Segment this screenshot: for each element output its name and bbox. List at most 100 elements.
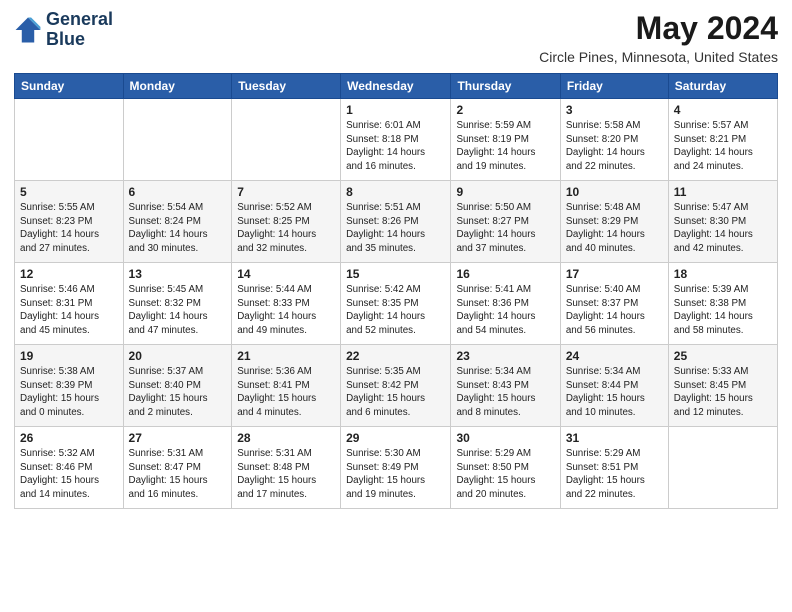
day-info: Sunrise: 5:55 AM Sunset: 8:23 PM Dayligh… bbox=[20, 201, 118, 256]
day-number: 31 bbox=[566, 431, 663, 445]
day-cell: 5Sunrise: 5:55 AM Sunset: 8:23 PM Daylig… bbox=[15, 181, 124, 263]
day-cell: 7 Sunrise: 5:52 AM Sunset: 8:25 PM Daylig… bbox=[232, 181, 341, 263]
week-row-1: 5Sunrise: 5:55 AM Sunset: 8:23 PM Daylig… bbox=[15, 181, 778, 263]
day-cell bbox=[668, 427, 777, 509]
day-info: Sunrise: 5:33 AM Sunset: 8:45 PM Dayligh… bbox=[674, 365, 772, 420]
day-number: 27 bbox=[129, 431, 227, 445]
month-title: May 2024 bbox=[539, 10, 778, 47]
day-cell: 9 Sunrise: 5:50 AM Sunset: 8:27 PM Daylig… bbox=[451, 181, 560, 263]
day-cell: 19 Sunrise: 5:38 AM Sunset: 8:39 PM Dayli… bbox=[15, 345, 124, 427]
day-number: 24 bbox=[566, 349, 663, 363]
day-cell: 17Sunrise: 5:40 AM Sunset: 8:37 PM Dayli… bbox=[560, 263, 668, 345]
page: General Blue May 2024 Circle Pines, Minn… bbox=[0, 0, 792, 612]
calendar-body: 1 Sunrise: 6:01 AM Sunset: 8:18 PM Daylig… bbox=[15, 99, 778, 509]
day-cell: 27 Sunrise: 5:31 AM Sunset: 8:47 PM Dayli… bbox=[123, 427, 232, 509]
day-number: 29 bbox=[346, 431, 445, 445]
header-cell-monday: Monday bbox=[123, 74, 232, 99]
day-number: 19 bbox=[20, 349, 118, 363]
day-cell: 20Sunrise: 5:37 AM Sunset: 8:40 PM Dayli… bbox=[123, 345, 232, 427]
week-row-3: 19 Sunrise: 5:38 AM Sunset: 8:39 PM Dayli… bbox=[15, 345, 778, 427]
day-number: 7 bbox=[237, 185, 335, 199]
day-info: Sunrise: 5:30 AM Sunset: 8:49 PM Dayligh… bbox=[346, 447, 445, 502]
day-cell: 26 Sunrise: 5:32 AM Sunset: 8:46 PM Dayli… bbox=[15, 427, 124, 509]
day-info: Sunrise: 5:58 AM Sunset: 8:20 PM Dayligh… bbox=[566, 119, 663, 174]
day-info: Sunrise: 5:41 AM Sunset: 8:36 PM Dayligh… bbox=[456, 283, 554, 338]
day-cell: 13Sunrise: 5:45 AM Sunset: 8:32 PM Dayli… bbox=[123, 263, 232, 345]
day-info: Sunrise: 5:44 AM Sunset: 8:33 PM Dayligh… bbox=[237, 283, 335, 338]
day-number: 14 bbox=[237, 267, 335, 281]
day-cell: 30 Sunrise: 5:29 AM Sunset: 8:50 PM Dayli… bbox=[451, 427, 560, 509]
day-cell: 8 Sunrise: 5:51 AM Sunset: 8:26 PM Daylig… bbox=[341, 181, 451, 263]
day-cell: 22Sunrise: 5:35 AM Sunset: 8:42 PM Dayli… bbox=[341, 345, 451, 427]
day-number: 4 bbox=[674, 103, 772, 117]
day-info: Sunrise: 5:38 AM Sunset: 8:39 PM Dayligh… bbox=[20, 365, 118, 420]
week-row-2: 12 Sunrise: 5:46 AM Sunset: 8:31 PM Dayli… bbox=[15, 263, 778, 345]
calendar-header: SundayMondayTuesdayWednesdayThursdayFrid… bbox=[15, 74, 778, 99]
day-info: Sunrise: 5:42 AM Sunset: 8:35 PM Dayligh… bbox=[346, 283, 445, 338]
day-info: Sunrise: 5:34 AM Sunset: 8:44 PM Dayligh… bbox=[566, 365, 663, 420]
day-number: 30 bbox=[456, 431, 554, 445]
day-cell: 1 Sunrise: 6:01 AM Sunset: 8:18 PM Daylig… bbox=[341, 99, 451, 181]
day-number: 11 bbox=[674, 185, 772, 199]
logo: General Blue bbox=[14, 10, 113, 50]
day-cell: 29 Sunrise: 5:30 AM Sunset: 8:49 PM Dayli… bbox=[341, 427, 451, 509]
day-number: 8 bbox=[346, 185, 445, 199]
header-cell-friday: Friday bbox=[560, 74, 668, 99]
day-cell bbox=[232, 99, 341, 181]
day-cell: 31 Sunrise: 5:29 AM Sunset: 8:51 PM Dayli… bbox=[560, 427, 668, 509]
day-cell: 10Sunrise: 5:48 AM Sunset: 8:29 PM Dayli… bbox=[560, 181, 668, 263]
day-number: 2 bbox=[456, 103, 554, 117]
logo-line2: Blue bbox=[46, 30, 113, 50]
day-info: Sunrise: 5:47 AM Sunset: 8:30 PM Dayligh… bbox=[674, 201, 772, 256]
day-number: 3 bbox=[566, 103, 663, 117]
day-info: Sunrise: 5:46 AM Sunset: 8:31 PM Dayligh… bbox=[20, 283, 118, 338]
day-number: 21 bbox=[237, 349, 335, 363]
header-cell-thursday: Thursday bbox=[451, 74, 560, 99]
day-cell: 25Sunrise: 5:33 AM Sunset: 8:45 PM Dayli… bbox=[668, 345, 777, 427]
day-info: Sunrise: 6:01 AM Sunset: 8:18 PM Dayligh… bbox=[346, 119, 445, 174]
day-info: Sunrise: 5:29 AM Sunset: 8:51 PM Dayligh… bbox=[566, 447, 663, 502]
day-cell: 14 Sunrise: 5:44 AM Sunset: 8:33 PM Dayli… bbox=[232, 263, 341, 345]
day-cell bbox=[15, 99, 124, 181]
title-block: May 2024 Circle Pines, Minnesota, United… bbox=[539, 10, 778, 65]
day-number: 6 bbox=[129, 185, 227, 199]
day-info: Sunrise: 5:51 AM Sunset: 8:26 PM Dayligh… bbox=[346, 201, 445, 256]
calendar: SundayMondayTuesdayWednesdayThursdayFrid… bbox=[14, 73, 778, 509]
day-cell: 4 Sunrise: 5:57 AM Sunset: 8:21 PM Daylig… bbox=[668, 99, 777, 181]
day-info: Sunrise: 5:57 AM Sunset: 8:21 PM Dayligh… bbox=[674, 119, 772, 174]
day-info: Sunrise: 5:29 AM Sunset: 8:50 PM Dayligh… bbox=[456, 447, 554, 502]
day-cell: 15 Sunrise: 5:42 AM Sunset: 8:35 PM Dayli… bbox=[341, 263, 451, 345]
day-info: Sunrise: 5:32 AM Sunset: 8:46 PM Dayligh… bbox=[20, 447, 118, 502]
day-cell: 18Sunrise: 5:39 AM Sunset: 8:38 PM Dayli… bbox=[668, 263, 777, 345]
day-number: 1 bbox=[346, 103, 445, 117]
day-cell: 6 Sunrise: 5:54 AM Sunset: 8:24 PM Daylig… bbox=[123, 181, 232, 263]
header-cell-sunday: Sunday bbox=[15, 74, 124, 99]
subtitle: Circle Pines, Minnesota, United States bbox=[539, 49, 778, 65]
day-info: Sunrise: 5:37 AM Sunset: 8:40 PM Dayligh… bbox=[129, 365, 227, 420]
week-row-4: 26 Sunrise: 5:32 AM Sunset: 8:46 PM Dayli… bbox=[15, 427, 778, 509]
logo-line1: General bbox=[46, 10, 113, 30]
day-number: 17 bbox=[566, 267, 663, 281]
day-info: Sunrise: 5:31 AM Sunset: 8:48 PM Dayligh… bbox=[237, 447, 335, 502]
day-cell: 12 Sunrise: 5:46 AM Sunset: 8:31 PM Dayli… bbox=[15, 263, 124, 345]
day-info: Sunrise: 5:35 AM Sunset: 8:42 PM Dayligh… bbox=[346, 365, 445, 420]
header-cell-saturday: Saturday bbox=[668, 74, 777, 99]
day-info: Sunrise: 5:50 AM Sunset: 8:27 PM Dayligh… bbox=[456, 201, 554, 256]
day-cell: 3 Sunrise: 5:58 AM Sunset: 8:20 PM Daylig… bbox=[560, 99, 668, 181]
day-number: 26 bbox=[20, 431, 118, 445]
day-info: Sunrise: 5:54 AM Sunset: 8:24 PM Dayligh… bbox=[129, 201, 227, 256]
day-cell bbox=[123, 99, 232, 181]
day-number: 12 bbox=[20, 267, 118, 281]
header: General Blue May 2024 Circle Pines, Minn… bbox=[14, 10, 778, 65]
day-cell: 28 Sunrise: 5:31 AM Sunset: 8:48 PM Dayli… bbox=[232, 427, 341, 509]
day-number: 13 bbox=[129, 267, 227, 281]
day-number: 15 bbox=[346, 267, 445, 281]
day-number: 28 bbox=[237, 431, 335, 445]
day-info: Sunrise: 5:34 AM Sunset: 8:43 PM Dayligh… bbox=[456, 365, 554, 420]
day-cell: 21Sunrise: 5:36 AM Sunset: 8:41 PM Dayli… bbox=[232, 345, 341, 427]
day-info: Sunrise: 5:52 AM Sunset: 8:25 PM Dayligh… bbox=[237, 201, 335, 256]
day-info: Sunrise: 5:31 AM Sunset: 8:47 PM Dayligh… bbox=[129, 447, 227, 502]
day-number: 9 bbox=[456, 185, 554, 199]
header-cell-wednesday: Wednesday bbox=[341, 74, 451, 99]
day-info: Sunrise: 5:48 AM Sunset: 8:29 PM Dayligh… bbox=[566, 201, 663, 256]
